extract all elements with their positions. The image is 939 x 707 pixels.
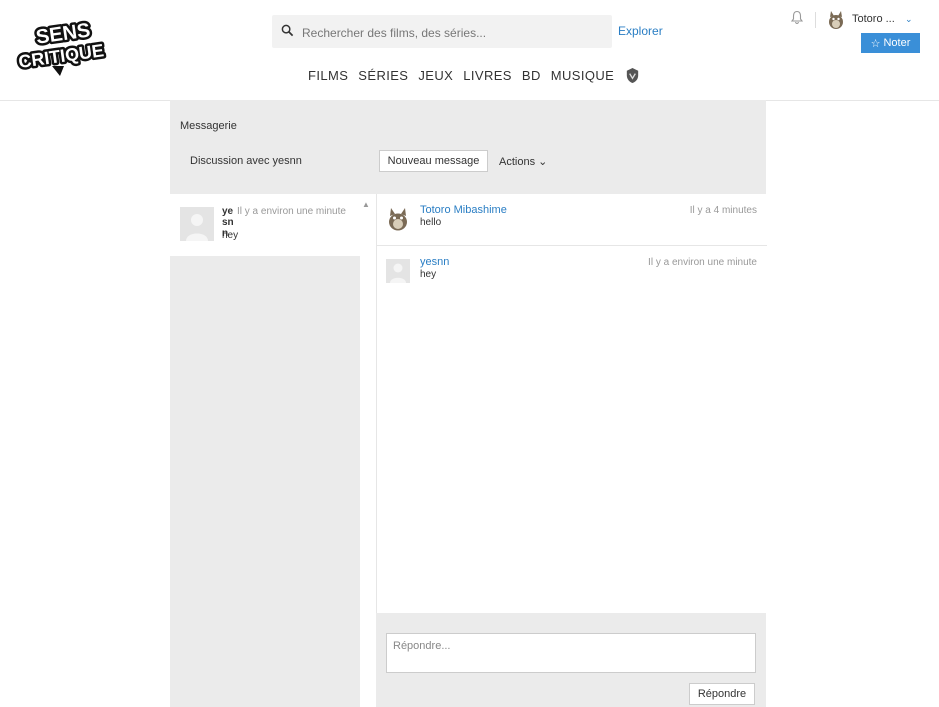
reply-area: Répondre xyxy=(376,613,766,707)
chevron-down-icon: ⌄ xyxy=(538,156,548,168)
nav-musique[interactable]: MUSIQUE xyxy=(551,68,614,83)
discussion-title: Discussion avec yesnn xyxy=(190,155,302,167)
note-button[interactable]: ☆ Noter xyxy=(861,33,920,53)
nav-films[interactable]: FILMS xyxy=(308,68,348,83)
nav-jeux[interactable]: JEUX xyxy=(418,68,453,83)
messagerie-title: Messagerie xyxy=(180,120,237,132)
header-divider xyxy=(815,12,816,28)
note-button-label: Noter xyxy=(883,37,911,49)
conversation-time: Il y a environ une minute xyxy=(237,206,346,217)
message-avatar xyxy=(386,259,410,283)
badge-shield-icon[interactable] xyxy=(624,67,641,84)
chevron-down-icon[interactable]: ⌄ xyxy=(905,14,913,25)
star-icon: ☆ xyxy=(870,37,881,50)
conversation-avatar xyxy=(180,207,214,241)
user-name[interactable]: Totoro ... xyxy=(852,13,895,25)
site-header: SENS CRITIQUE Explorer FILMS SÉRIES JEUX… xyxy=(0,0,939,101)
actions-dropdown[interactable]: Actions ⌄ xyxy=(499,155,547,168)
message-item: yesnn hey Il y a environ une minute xyxy=(377,246,767,296)
new-message-button[interactable]: Nouveau message xyxy=(379,150,488,172)
message-time: Il y a 4 minutes xyxy=(689,205,757,216)
message-time: Il y a environ une minute xyxy=(648,257,757,268)
message-text: hey xyxy=(420,269,437,280)
nav-livres[interactable]: LIVRES xyxy=(463,68,512,83)
reply-input[interactable] xyxy=(386,633,756,673)
nav-series[interactable]: SÉRIES xyxy=(358,68,408,83)
message-author[interactable]: Totoro Mibashime xyxy=(420,204,507,216)
actions-label: Actions xyxy=(499,156,536,168)
conversation-preview: hey xyxy=(222,230,239,241)
user-avatar[interactable] xyxy=(826,10,846,30)
message-author[interactable]: yesnn xyxy=(420,256,449,268)
messagerie-header: Messagerie Discussion avec yesnn Nouveau… xyxy=(170,100,766,194)
message-avatar xyxy=(389,208,407,231)
reply-button[interactable]: Répondre xyxy=(689,683,755,705)
search-icon[interactable] xyxy=(281,24,294,37)
search-bar xyxy=(272,15,612,50)
conversation-list: yesnn Il y a environ une minute hey xyxy=(170,194,360,707)
sens-critique-logo[interactable]: SENS CRITIQUE xyxy=(14,16,114,78)
explore-link[interactable]: Explorer xyxy=(618,24,663,38)
search-input[interactable] xyxy=(300,15,604,50)
scroll-up-arrow-icon[interactable]: ▲ xyxy=(362,200,370,209)
conversation-item[interactable]: yesnn Il y a environ une minute hey xyxy=(170,194,360,256)
nav-bd[interactable]: BD xyxy=(522,68,541,83)
message-text: hello xyxy=(420,217,442,228)
bell-icon[interactable] xyxy=(791,10,803,24)
main-nav: FILMS SÉRIES JEUX LIVRES BD MUSIQUE xyxy=(308,67,641,84)
message-item: Totoro Mibashime hello Il y a 4 minutes xyxy=(377,194,767,246)
